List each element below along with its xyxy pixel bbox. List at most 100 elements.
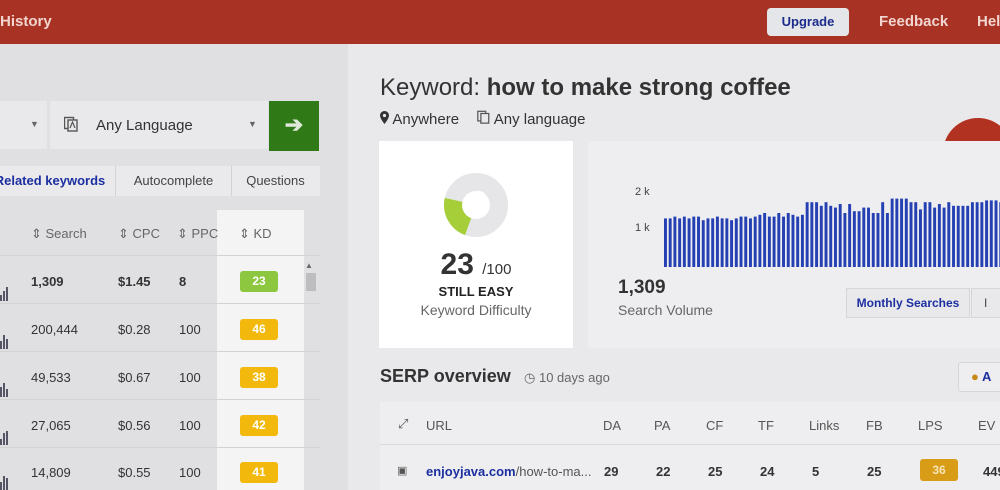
volume-bar	[777, 213, 781, 267]
gauge-center	[471, 191, 487, 207]
volume-bar	[819, 205, 823, 267]
volume-bar	[956, 205, 960, 267]
keyword-location-line: Anywhere Any language	[380, 110, 585, 128]
search-column-header[interactable]: ⇕ Search	[31, 226, 87, 242]
page-icon: ▣	[397, 465, 408, 477]
tab-autocomplete[interactable]: Autocomplete	[115, 166, 231, 196]
scroll-up-icon[interactable]: ▲	[305, 261, 313, 270]
language-select[interactable]: Any Language ▼	[50, 101, 268, 149]
volume-bar	[668, 218, 672, 267]
kd-column-header[interactable]: ⇕ KD	[239, 226, 272, 242]
difficulty-label: Keyword Difficulty	[420, 302, 532, 318]
row-divider	[0, 351, 320, 352]
volume-bar	[711, 218, 715, 267]
serp-cf-cell: 25	[708, 464, 723, 479]
language-icon	[63, 116, 78, 132]
volume-bar	[852, 211, 856, 267]
kd-badge: 41	[240, 462, 278, 483]
volume-bar	[706, 218, 710, 267]
language-icon	[477, 110, 493, 128]
trend-sparkline-icon	[0, 431, 8, 445]
search-submit-button[interactable]: ➔	[269, 101, 319, 151]
help-link[interactable]: Help	[977, 13, 1000, 30]
ppc-cell: 8	[179, 274, 187, 289]
volume-bar	[701, 220, 705, 267]
volume-bar	[800, 214, 804, 267]
cpc-column-header[interactable]: ⇕ CPC	[118, 226, 160, 242]
volume-bar	[881, 202, 885, 267]
volume-bar	[904, 198, 908, 267]
ppc-cell: 100	[179, 322, 201, 337]
volume-options-button[interactable]: I	[971, 288, 1000, 318]
ppc-cell: 100	[179, 465, 201, 480]
monthly-searches-button[interactable]: Monthly Searches	[846, 288, 970, 318]
keyword-search-panel: ▼ Any Language ▼ ➔ Related keywords Auto…	[0, 44, 348, 490]
ppc-cell: 100	[179, 418, 201, 433]
scrollbar-thumb[interactable]	[306, 273, 316, 291]
volume-bar	[989, 200, 993, 267]
volume-bar	[947, 202, 951, 267]
serp-age: ◷ 10 days ago	[524, 370, 610, 385]
serp-result-url[interactable]: enjoyjava.com/how-to-ma...	[426, 464, 591, 479]
tab-questions[interactable]: Questions	[231, 166, 319, 196]
volume-bar	[678, 218, 682, 267]
upgrade-button[interactable]: Upgrade	[767, 8, 849, 36]
row-divider	[0, 399, 320, 400]
serp-ev-cell: 449	[983, 464, 1000, 479]
cpc-cell: $0.28	[118, 322, 151, 337]
clock-icon: ◷	[524, 370, 536, 385]
serp-header-url: URL	[426, 418, 453, 433]
history-link[interactable]: History	[0, 13, 52, 30]
volume-bar	[739, 216, 743, 267]
feedback-link[interactable]: Feedback	[879, 13, 948, 30]
volume-bar	[843, 213, 847, 267]
volume-bar	[767, 216, 771, 267]
volume-bar	[961, 205, 965, 267]
volume-bar	[942, 207, 946, 267]
row-divider	[0, 447, 320, 448]
volume-bar	[952, 205, 955, 267]
volume-bar	[919, 209, 922, 267]
expand-icon[interactable]: ⤢	[398, 416, 408, 432]
serp-lps-badge: 36	[920, 459, 958, 481]
volume-bar	[791, 214, 795, 267]
search-cell: 14,809	[31, 465, 71, 480]
row-divider	[380, 444, 1000, 445]
serp-header-tf: TF	[758, 418, 774, 433]
volume-bar	[890, 198, 894, 267]
serp-header-lps: LPS	[918, 418, 943, 433]
volume-bar	[796, 216, 800, 267]
volume-bar	[763, 213, 767, 267]
volume-bar	[928, 202, 932, 267]
volume-bar	[758, 214, 762, 267]
volume-bar	[937, 204, 941, 267]
ppc-column-header[interactable]: ⇕ PPC	[177, 226, 218, 242]
export-button[interactable]: ● A	[958, 362, 1000, 392]
serp-da-cell: 29	[604, 464, 619, 479]
search-cell: 49,533	[31, 370, 71, 385]
difficulty-status: STILL EASY	[438, 284, 514, 299]
location-select[interactable]: ▼	[0, 101, 47, 149]
volume-bar	[923, 202, 927, 267]
volume-bar	[687, 218, 691, 267]
kd-badge: 46	[240, 319, 278, 340]
chevron-down-icon: ▼	[248, 119, 257, 129]
volume-bar	[867, 207, 870, 267]
cpc-cell: $1.45	[118, 274, 151, 289]
volume-bar	[980, 202, 984, 267]
volume-bar	[970, 202, 974, 267]
volume-bar	[933, 207, 937, 267]
serp-overview-title: SERP overview	[380, 366, 511, 386]
serp-links-cell: 5	[812, 464, 820, 479]
language-label: Any language	[493, 111, 586, 128]
chevron-down-icon: ▼	[30, 119, 39, 129]
volume-bar	[697, 216, 700, 267]
arrow-right-icon: ➔	[284, 112, 304, 137]
volume-bar	[824, 202, 828, 267]
volume-bar	[885, 213, 889, 267]
tab-related-keywords[interactable]: Related keywords	[0, 166, 106, 196]
ppc-cell: 100	[179, 370, 201, 385]
volume-bar	[730, 220, 734, 267]
y-tick-2k: 2 k	[635, 186, 650, 198]
volume-bar	[673, 216, 677, 267]
